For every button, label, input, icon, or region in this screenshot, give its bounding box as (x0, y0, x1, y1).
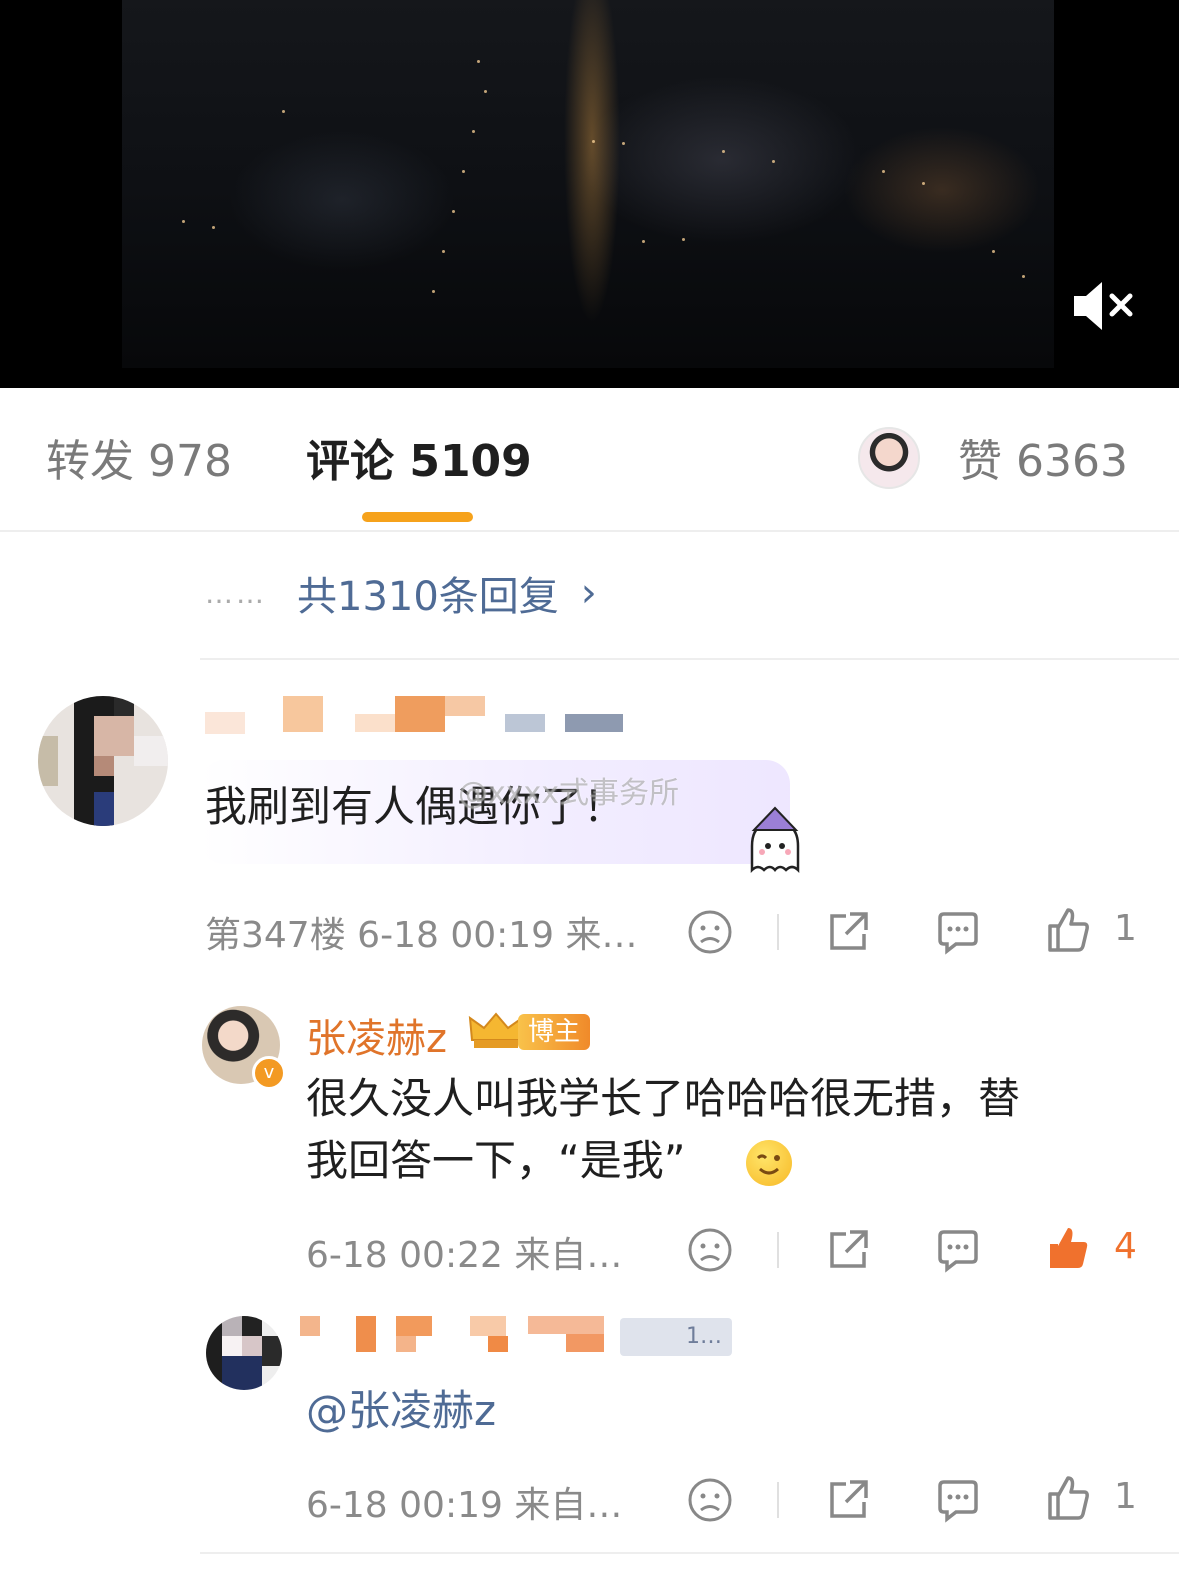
dislike-face-icon[interactable] (686, 1476, 734, 1524)
comment-icon[interactable] (934, 908, 982, 956)
dislike-face-icon[interactable] (686, 908, 734, 956)
dislike-face-icon[interactable] (686, 1226, 734, 1274)
comment-meta: 6-18 00:22 来自… (306, 1226, 622, 1278)
like-count: 1 (1114, 1476, 1137, 1517)
tab-comments[interactable]: 评论 5109 (306, 434, 532, 490)
share-icon[interactable] (824, 1226, 872, 1274)
like-count: 4 (1114, 1226, 1137, 1267)
watermark: @xxxx式事务所 (458, 776, 680, 811)
replies-count-label: 共1310条回复 (297, 574, 559, 620)
tab-likes-label: 赞 (958, 436, 1002, 487)
username-redacted[interactable]: 1… (300, 1316, 732, 1356)
verified-badge-icon: v (252, 1056, 286, 1090)
tabs-bar: 转发 978 评论 5109 赞 6363 (0, 388, 1179, 532)
comment-icon[interactable] (934, 1476, 982, 1524)
blogger-name[interactable]: 张凌赫z (306, 1006, 447, 1064)
source: 来自… (514, 1485, 623, 1526)
thumbs-up-filled-icon[interactable] (1044, 1224, 1092, 1272)
username-redacted[interactable] (205, 696, 630, 736)
speaker-muted-icon[interactable] (1068, 278, 1138, 334)
divider (200, 1552, 1179, 1554)
blogger-badge: 博主 (518, 1014, 591, 1050)
chevron-right-icon: › (580, 570, 597, 616)
comment-meta: 第347楼 6-18 00:19 来… (205, 906, 638, 958)
avatar[interactable] (206, 1316, 282, 1390)
timestamp: 6-18 00:19 (357, 915, 555, 956)
divider (200, 658, 1179, 660)
tab-comments-label: 评论 (306, 436, 394, 487)
source: 来… (565, 915, 638, 956)
tab-likes-count: 6363 (1016, 436, 1128, 487)
liker-avatar[interactable] (858, 427, 920, 489)
ellipsis-dots: …… (205, 576, 267, 610)
video-frame-night-city (122, 0, 1054, 368)
tab-comments-count: 5109 (409, 436, 532, 487)
source: 来自… (514, 1235, 623, 1276)
comment-icon[interactable] (934, 1226, 982, 1274)
thumbs-up-icon[interactable] (1044, 906, 1092, 954)
like-count: 1 (1114, 908, 1137, 949)
user-badge-partial: 1… (620, 1318, 732, 1356)
crown-icon (468, 1012, 524, 1048)
floor-number: 第347楼 (205, 915, 346, 956)
separator (777, 914, 779, 950)
comment-meta: 6-18 00:19 来自… (306, 1476, 622, 1528)
thumbs-up-icon[interactable] (1044, 1474, 1092, 1522)
share-icon[interactable] (824, 908, 872, 956)
comment-text-line-2: 我回答一下，“是我” (306, 1136, 686, 1185)
timestamp: 6-18 00:22 (306, 1235, 503, 1276)
video-player[interactable] (0, 0, 1179, 388)
comment-text-line-1: 很久没人叫我学长了哈哈哈很无措，替 (306, 1074, 1021, 1123)
share-icon[interactable] (824, 1476, 872, 1524)
active-tab-indicator (362, 512, 473, 522)
separator (777, 1232, 779, 1268)
separator (777, 1482, 779, 1518)
tab-reposts-label: 转发 (46, 436, 134, 487)
tab-reposts[interactable]: 转发 978 (46, 434, 232, 490)
ghost-sticker-icon (750, 806, 800, 874)
tab-likes[interactable]: 赞 6363 (958, 434, 1128, 490)
comment-text: 很久没人叫我学长了哈哈哈很无措，替 我回答一下，“是我” (306, 1068, 1146, 1192)
wink-emoji-icon (746, 1140, 792, 1186)
mention-link[interactable]: @张凌赫z (306, 1380, 496, 1442)
avatar[interactable] (38, 696, 168, 826)
timestamp: 6-18 00:19 (306, 1485, 503, 1526)
tab-reposts-count: 978 (148, 436, 232, 487)
view-all-replies-link[interactable]: …… 共1310条回复 › (205, 565, 597, 621)
